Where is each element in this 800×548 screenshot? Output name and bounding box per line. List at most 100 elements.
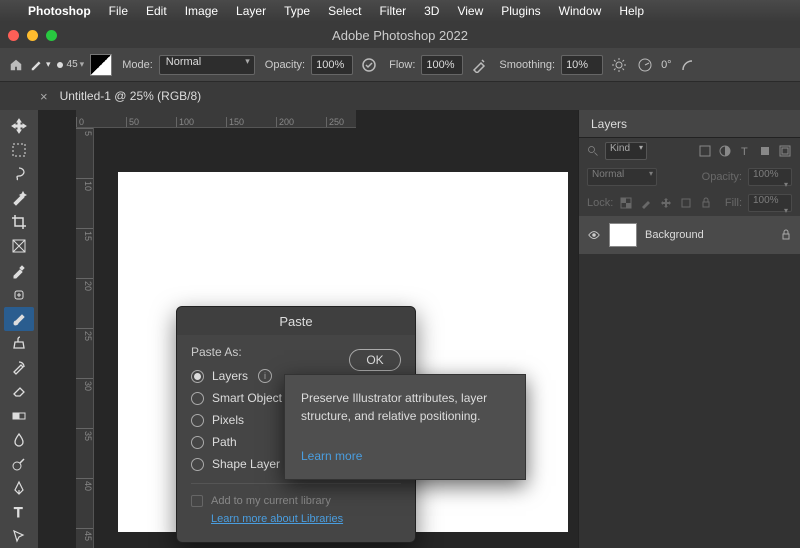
fill-label: Fill: — [725, 197, 742, 209]
menu-window[interactable]: Window — [559, 4, 602, 18]
radio-icon — [191, 458, 204, 471]
menu-type[interactable]: Type — [284, 4, 310, 18]
menu-file[interactable]: File — [109, 4, 128, 18]
radio-icon — [191, 392, 204, 405]
pen-tool[interactable] — [4, 477, 34, 500]
pressure-opacity-icon[interactable] — [359, 55, 379, 75]
visibility-toggle-icon[interactable] — [587, 228, 601, 242]
menu-help[interactable]: Help — [619, 4, 644, 18]
mode-label: Mode: — [122, 59, 153, 71]
eyedropper-tool[interactable] — [4, 259, 34, 282]
layers-panel-tab[interactable]: Layers — [579, 110, 800, 138]
layer-blend-select[interactable]: Normal — [587, 168, 657, 186]
angle-value[interactable]: 0° — [661, 59, 672, 71]
filter-shape-icon[interactable] — [758, 144, 772, 158]
frame-tool[interactable] — [4, 235, 34, 258]
dodge-tool[interactable] — [4, 452, 34, 475]
lock-icon[interactable] — [780, 229, 792, 241]
menu-select[interactable]: Select — [328, 4, 361, 18]
minimize-window-button[interactable] — [27, 30, 38, 41]
add-to-library-checkbox[interactable]: Add to my current library — [191, 492, 401, 510]
blend-mode-select[interactable]: Normal — [159, 55, 255, 75]
gradient-tool[interactable] — [4, 404, 34, 427]
close-window-button[interactable] — [8, 30, 19, 41]
brush-swatch[interactable] — [90, 54, 112, 76]
lock-pixels-icon[interactable] — [639, 196, 653, 210]
app-menu[interactable]: Photoshop — [28, 4, 91, 18]
ok-button[interactable]: OK — [349, 349, 401, 371]
menu-layer[interactable]: Layer — [236, 4, 266, 18]
blur-tool[interactable] — [4, 428, 34, 451]
close-tab-icon[interactable]: × — [40, 89, 48, 104]
flow-input[interactable]: 100% — [421, 55, 463, 75]
filter-adjustment-icon[interactable] — [718, 144, 732, 158]
path-selection-tool[interactable] — [4, 525, 34, 548]
blend-opacity-row: Normal Opacity: 100% — [579, 164, 800, 190]
filter-pixel-icon[interactable] — [698, 144, 712, 158]
flow-label: Flow: — [389, 59, 415, 71]
move-tool[interactable] — [4, 114, 34, 137]
history-brush-tool[interactable] — [4, 356, 34, 379]
zoom-window-button[interactable] — [46, 30, 57, 41]
airbrush-icon[interactable] — [469, 55, 489, 75]
svg-text:T: T — [14, 504, 23, 520]
layer-row[interactable]: Background — [579, 216, 800, 254]
eraser-tool[interactable] — [4, 380, 34, 403]
home-icon[interactable] — [8, 58, 24, 72]
tooltip-text: Preserve Illustrator attributes, layer s… — [301, 389, 509, 425]
menu-3d[interactable]: 3D — [424, 4, 439, 18]
lock-transparency-icon[interactable] — [619, 196, 633, 210]
lock-artboard-icon[interactable] — [679, 196, 693, 210]
window-titlebar: Adobe Photoshop 2022 — [0, 22, 800, 48]
lock-label: Lock: — [587, 197, 613, 209]
learn-more-link[interactable]: Learn more — [301, 447, 509, 465]
brush-tool[interactable] — [4, 307, 34, 330]
document-tab-bar: × Untitled-1 @ 25% (RGB/8) — [0, 82, 800, 110]
layer-opacity-label: Opacity: — [702, 171, 742, 183]
menu-edit[interactable]: Edit — [146, 4, 167, 18]
layers-panel: Layers Kind T Normal Opacity: 100% Lock:… — [578, 110, 800, 548]
opacity-input[interactable]: 100% — [311, 55, 353, 75]
radio-icon — [191, 414, 204, 427]
layer-kind-filter[interactable]: Kind — [605, 142, 647, 160]
menu-view[interactable]: View — [457, 4, 483, 18]
vertical-ruler: 51015202530354045 — [76, 128, 94, 548]
layers-list: Background — [579, 216, 800, 548]
options-bar: ▾ 45 ▾ Mode: Normal Opacity: 100% Flow: … — [0, 48, 800, 82]
info-icon[interactable]: i — [258, 369, 272, 383]
search-icon — [587, 145, 599, 157]
lock-position-icon[interactable] — [659, 196, 673, 210]
healing-brush-tool[interactable] — [4, 283, 34, 306]
brush-preset-picker[interactable]: ▾ — [30, 58, 51, 72]
layer-fill-input[interactable]: 100% — [748, 194, 792, 212]
lasso-tool[interactable] — [4, 162, 34, 185]
menu-filter[interactable]: Filter — [379, 4, 406, 18]
filter-smartobject-icon[interactable] — [778, 144, 792, 158]
lock-all-icon[interactable] — [699, 196, 713, 210]
filter-type-icon[interactable]: T — [738, 144, 752, 158]
info-tooltip: Preserve Illustrator attributes, layer s… — [284, 374, 526, 480]
layer-filter-row: Kind T — [579, 138, 800, 164]
macos-menubar: Photoshop File Edit Image Layer Type Sel… — [0, 0, 800, 22]
svg-text:T: T — [741, 146, 748, 157]
crop-tool[interactable] — [4, 211, 34, 234]
magic-wand-tool[interactable] — [4, 187, 34, 210]
lock-fill-row: Lock: Fill: 100% — [579, 190, 800, 216]
brush-angle-icon[interactable] — [635, 55, 655, 75]
layer-thumbnail[interactable] — [609, 223, 637, 247]
clone-stamp-tool[interactable] — [4, 332, 34, 355]
menu-image[interactable]: Image — [185, 4, 218, 18]
type-tool[interactable]: T — [4, 501, 34, 524]
brush-size-value: 45 — [67, 59, 78, 70]
smoothing-options-icon[interactable] — [609, 55, 629, 75]
layer-opacity-input[interactable]: 100% — [748, 168, 792, 186]
marquee-tool[interactable] — [4, 138, 34, 161]
brush-size-dot[interactable]: 45 ▾ — [57, 59, 85, 70]
document-tab[interactable]: × Untitled-1 @ 25% (RGB/8) — [40, 89, 201, 104]
smoothing-input[interactable]: 10% — [561, 55, 603, 75]
learn-libraries-link[interactable]: Learn more about Libraries — [211, 513, 343, 525]
layer-name-label[interactable]: Background — [645, 229, 772, 241]
opacity-label: Opacity: — [265, 59, 305, 71]
menu-plugins[interactable]: Plugins — [501, 4, 540, 18]
pressure-size-icon[interactable] — [678, 55, 698, 75]
